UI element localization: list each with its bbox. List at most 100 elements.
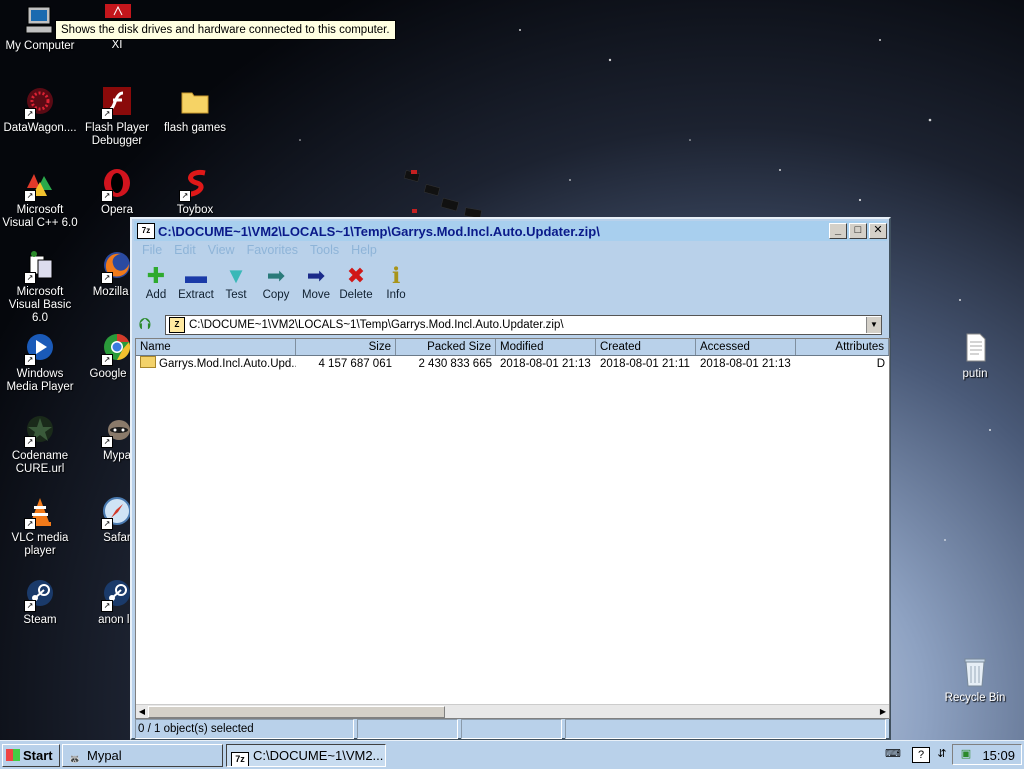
status-text: 0 / 1 object(s) selected xyxy=(135,719,354,739)
desktop-icon-label: putin xyxy=(962,368,988,380)
desktop-icon-label: flash games xyxy=(163,122,226,134)
add-label: Add xyxy=(145,289,167,301)
scroll-left-icon[interactable]: ◀ xyxy=(136,705,148,718)
close-button[interactable]: ✕ xyxy=(869,223,887,239)
menu-edit[interactable]: Edit xyxy=(168,242,202,260)
tooltip: Shows the disk drives and hardware conne… xyxy=(55,20,396,40)
desktop-icon-vlc[interactable]: ↗ VLC media player xyxy=(0,496,80,558)
menu-tools[interactable]: Tools xyxy=(304,242,345,260)
minus-icon: ▬ xyxy=(185,263,207,288)
menu-help[interactable]: Help xyxy=(345,242,383,260)
extract-button[interactable]: ▬ Extract xyxy=(176,263,216,309)
delete-label: Delete xyxy=(339,289,373,301)
datawagon-icon: ↗ xyxy=(24,86,56,120)
scrollbar-thumb[interactable] xyxy=(148,706,445,718)
delete-button[interactable]: ✖ Delete xyxy=(336,263,376,309)
horizontal-scrollbar[interactable]: ◀ ▶ xyxy=(136,704,889,718)
address-row: ⮉ Z C:\DOCUME~1\VM2\LOCALS~1\Temp\Garrys… xyxy=(135,313,886,337)
test-label: Test xyxy=(225,289,247,301)
desktop-icon-datawagon[interactable]: ↗ DataWagon.... xyxy=(0,86,80,135)
cell-name: Garrys.Mod.Incl.Auto.Upd... xyxy=(136,356,296,373)
column-header-name[interactable]: Name xyxy=(136,339,296,355)
help-icon[interactable]: ? xyxy=(912,747,930,763)
add-button[interactable]: ✚ Add xyxy=(136,263,176,309)
clock[interactable]: 15:09 xyxy=(982,748,1015,763)
file-list[interactable]: Name Size Packed Size Modified Created A… xyxy=(135,338,890,719)
mypal-icon: ↗ xyxy=(101,414,133,448)
visual-basic-icon: ↗ xyxy=(24,250,56,284)
start-button[interactable]: Start xyxy=(2,744,60,767)
menu-file[interactable]: File xyxy=(136,242,168,260)
move-label: Move xyxy=(301,289,331,301)
delete-icon: ✖ xyxy=(346,263,366,288)
toybox-icon: ↗ xyxy=(179,168,211,202)
status-panel xyxy=(565,719,886,739)
document-icon xyxy=(959,332,991,364)
arrow-right-icon: ➡ xyxy=(266,263,286,288)
desktop-icon-flash-games[interactable]: flash games xyxy=(155,86,235,135)
desktop-icon-flash-player-debugger[interactable]: ↗ Flash Player Debugger xyxy=(77,86,157,148)
column-header-size[interactable]: Size xyxy=(296,339,396,355)
title-bar[interactable]: 7z C:\DOCUME~1\VM2\LOCALS~1\Temp\Garrys.… xyxy=(134,221,887,241)
column-headers: Name Size Packed Size Modified Created A… xyxy=(136,339,889,356)
up-arrow-icon: ⮉ xyxy=(138,316,152,333)
menu-favorites[interactable]: Favorites xyxy=(241,242,304,260)
maximize-button[interactable]: □ xyxy=(849,223,867,239)
7zip-icon: 7z xyxy=(137,223,155,239)
desktop-icon-label: Microsoft Visual C++ 6.0 xyxy=(2,204,78,229)
desktop-icon-opera[interactable]: ↗ Opera xyxy=(77,168,157,217)
address-text[interactable]: C:\DOCUME~1\VM2\LOCALS~1\Temp\Garrys.Mod… xyxy=(189,319,866,331)
column-header-created[interactable]: Created xyxy=(596,339,696,355)
info-button[interactable]: ℹ Info xyxy=(376,263,416,309)
minimize-button[interactable]: _ xyxy=(829,223,847,239)
desktop-icon-windows-media-player[interactable]: ↗ Windows Media Player xyxy=(0,332,80,394)
chevron-down-icon[interactable]: ▼ xyxy=(866,317,881,333)
desktop-icon-label: Toybox xyxy=(176,204,214,216)
column-header-accessed[interactable]: Accessed xyxy=(696,339,796,355)
toolbar: ✚ Add ▬ Extract ▼ Test ➡ Copy ➡ Move ✖ D… xyxy=(136,263,416,309)
up-folder-button[interactable]: ⮉ xyxy=(135,315,155,335)
keyboard-icon[interactable]: ⌨ xyxy=(885,747,901,761)
desktop-icon-label: DataWagon.... xyxy=(3,122,77,134)
windows-logo-icon xyxy=(6,749,20,761)
table-row[interactable]: Garrys.Mod.Incl.Auto.Upd... 4 157 687 06… xyxy=(136,356,889,373)
cell-created: 2018-08-01 21:11 xyxy=(600,358,690,370)
menu-bar: File Edit View Favorites Tools Help xyxy=(136,242,383,260)
visual-cpp-icon: ↗ xyxy=(24,168,56,202)
desktop-icon-label: My Computer xyxy=(5,40,75,52)
computer-icon xyxy=(24,4,56,36)
info-label: Info xyxy=(386,289,406,301)
copy-button[interactable]: ➡ Copy xyxy=(256,263,296,309)
address-combobox[interactable]: Z C:\DOCUME~1\VM2\LOCALS~1\Temp\Garrys.M… xyxy=(165,315,882,335)
check-icon: ▼ xyxy=(225,263,247,288)
flash-icon: ↗ xyxy=(101,86,133,120)
cell-accessed: 2018-08-01 21:13 xyxy=(700,358,791,370)
test-button[interactable]: ▼ Test xyxy=(216,263,256,309)
chrome-icon: ↗ xyxy=(101,332,133,366)
column-header-packed-size[interactable]: Packed Size xyxy=(396,339,496,355)
move-button[interactable]: ➡ Move xyxy=(296,263,336,309)
copy-label: Copy xyxy=(262,289,290,301)
desktop-icon-codename-cure[interactable]: ↗ Codename CURE.url xyxy=(0,414,80,476)
desktop-icon-toybox[interactable]: ↗ Toybox xyxy=(155,168,235,217)
taskbar-item-mypal[interactable]: 🦝 Mypal xyxy=(62,744,223,767)
desktop-icon-label: Opera xyxy=(101,204,133,216)
network-icon[interactable]: ⇵ xyxy=(934,747,950,761)
column-header-modified[interactable]: Modified xyxy=(496,339,596,355)
extract-label: Extract xyxy=(178,289,214,301)
status-panel xyxy=(461,719,562,739)
cell-attributes: D xyxy=(876,358,885,370)
desktop-icon-visual-basic[interactable]: ↗ Microsoft Visual Basic 6.0 xyxy=(0,250,80,325)
tray-app-icon[interactable]: ▣ xyxy=(958,747,974,761)
desktop-icon-steam[interactable]: ↗ Steam xyxy=(0,578,80,627)
column-header-attributes[interactable]: Attributes xyxy=(796,339,889,355)
desktop-icon-recycle-bin[interactable]: Recycle Bin xyxy=(935,656,1015,705)
menu-view[interactable]: View xyxy=(202,242,241,260)
desktop-icon-putin[interactable]: putin xyxy=(935,332,1015,381)
taskbar-item-7zip[interactable]: 7z C:\DOCUME~1\VM2... xyxy=(226,744,386,767)
scroll-right-icon[interactable]: ▶ xyxy=(877,705,889,718)
recycle-bin-icon xyxy=(959,656,991,688)
desktop-icon-visual-cpp[interactable]: ↗ Microsoft Visual C++ 6.0 xyxy=(0,168,80,230)
7zip-icon: 7z xyxy=(231,752,249,766)
mypal-icon: 🦝 xyxy=(69,754,81,764)
